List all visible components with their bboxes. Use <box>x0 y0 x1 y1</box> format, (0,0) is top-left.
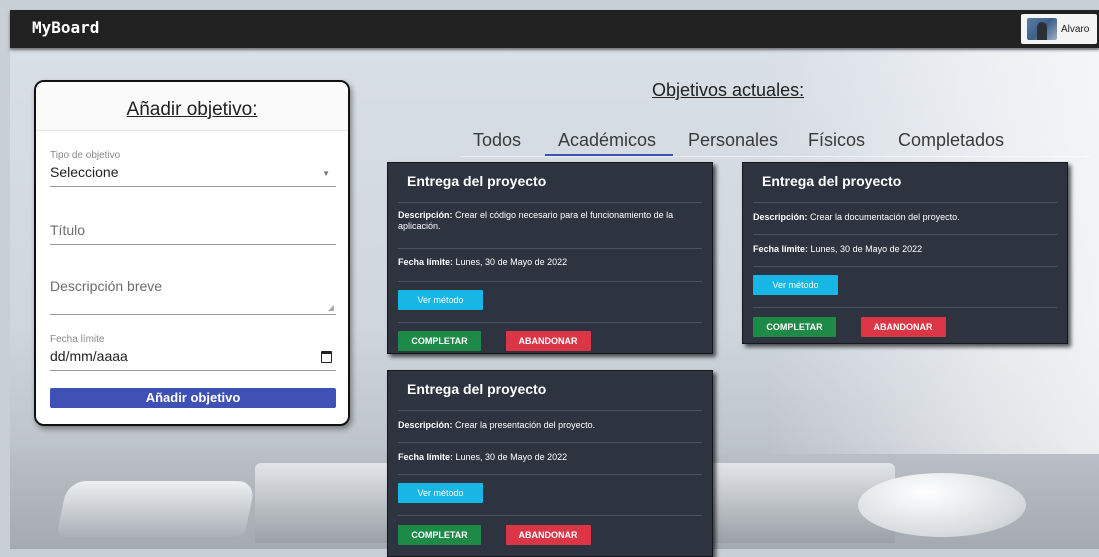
tab-academic[interactable]: Académicos <box>558 130 656 151</box>
form-header: Añadir objetivo: <box>36 82 348 131</box>
user-name: Alvaro <box>1061 23 1090 35</box>
objective-description: Descripción: Crear el código necesario p… <box>398 202 702 248</box>
deadline-date-input[interactable]: Fecha límite dd/mm/aaaa <box>50 334 336 371</box>
description-placeholder: Descripción breve <box>50 278 163 294</box>
actions-row: COMPLETAR ABANDONAR <box>398 515 702 555</box>
deadline-text: Lunes, 30 de Mayo de 2022 <box>810 244 923 254</box>
objective-deadline: Fecha límite: Lunes, 30 de Mayo de 2022 <box>398 442 702 474</box>
calendar-icon[interactable] <box>321 351 332 363</box>
top-navbar: MyBoard Alvaro <box>10 10 1099 48</box>
deadline-prefix: Fecha límite: <box>753 244 809 254</box>
objective-card: Entrega del proyecto Descripción: Crear … <box>387 370 713 557</box>
objective-card-title: Entrega del proyecto <box>407 381 547 397</box>
objective-description: Descripción: Crear la documentación del … <box>753 202 1057 234</box>
tab-physical[interactable]: Físicos <box>808 130 865 151</box>
phone-illustration <box>56 481 256 537</box>
abandon-button[interactable]: ABANDONAR <box>505 525 591 545</box>
form-title: Añadir objetivo: <box>126 99 258 120</box>
title-placeholder: Título <box>50 222 86 238</box>
abandon-button[interactable]: ABANDONAR <box>860 317 946 337</box>
tab-completed[interactable]: Completados <box>898 130 1004 151</box>
objective-tabs: Todos Académicos Personales Físicos Comp… <box>460 130 1090 157</box>
tab-all[interactable]: Todos <box>473 130 521 151</box>
user-menu-button[interactable]: Alvaro <box>1021 14 1097 44</box>
objective-deadline: Fecha límite: Lunes, 30 de Mayo de 2022 <box>753 234 1057 266</box>
deadline-label: Fecha límite <box>50 334 105 345</box>
avatar <box>1027 18 1057 40</box>
description-prefix: Descripción: <box>753 212 808 222</box>
method-row: Ver método <box>753 266 1057 307</box>
description-prefix: Descripción: <box>398 210 453 220</box>
tab-personal[interactable]: Personales <box>688 130 778 151</box>
description-prefix: Descripción: <box>398 420 453 430</box>
title-input[interactable]: Título <box>50 222 336 245</box>
objective-card: Entrega del proyecto Descripción: Crear … <box>387 162 713 354</box>
objective-card: Entrega del proyecto Descripción: Crear … <box>742 162 1068 344</box>
complete-button[interactable]: COMPLETAR <box>398 331 481 351</box>
objective-type-label: Tipo de objetivo <box>50 150 121 161</box>
deadline-value: dd/mm/aaaa <box>50 348 128 364</box>
objectives-heading: Objetivos actuales: <box>652 80 805 100</box>
actions-row: COMPLETAR ABANDONAR <box>398 322 702 361</box>
deadline-prefix: Fecha límite: <box>398 452 454 462</box>
objective-description: Descripción: Crear la presentación del p… <box>398 410 702 442</box>
deadline-text: Lunes, 30 de Mayo de 2022 <box>455 257 568 267</box>
active-tab-indicator <box>545 154 673 156</box>
complete-button[interactable]: COMPLETAR <box>753 317 836 337</box>
objective-card-title: Entrega del proyecto <box>762 173 902 189</box>
objective-type-select[interactable]: Tipo de objetivo Seleccione ▼ <box>50 150 336 187</box>
objective-deadline: Fecha límite: Lunes, 30 de Mayo de 2022 <box>398 248 702 281</box>
view-method-button[interactable]: Ver método <box>398 290 483 310</box>
add-objective-form: Añadir objetivo: Tipo de objetivo Selecc… <box>34 80 350 426</box>
add-objective-button[interactable]: Añadir objetivo <box>50 388 336 408</box>
view-method-button[interactable]: Ver método <box>753 275 838 295</box>
view-method-button[interactable]: Ver método <box>398 483 483 503</box>
brand-logo[interactable]: MyBoard <box>32 18 99 37</box>
complete-button[interactable]: COMPLETAR <box>398 525 481 545</box>
objective-card-title: Entrega del proyecto <box>407 173 547 189</box>
description-text: Crear la documentación del proyecto. <box>810 212 960 222</box>
caret-down-icon: ▼ <box>322 169 330 178</box>
method-row: Ver método <box>398 281 702 322</box>
resize-handle-icon[interactable]: ◢ <box>328 303 334 312</box>
abandon-button[interactable]: ABANDONAR <box>505 331 591 351</box>
objective-type-value: Seleccione <box>50 164 119 180</box>
deadline-prefix: Fecha límite: <box>398 257 454 267</box>
deadline-text: Lunes, 30 de Mayo de 2022 <box>455 452 568 462</box>
mouse-illustration <box>858 473 1026 537</box>
description-textarea[interactable]: Descripción breve ◢ <box>50 278 336 315</box>
actions-row: COMPLETAR ABANDONAR <box>753 307 1057 347</box>
description-text: Crear la presentación del proyecto. <box>455 420 596 430</box>
method-row: Ver método <box>398 474 702 515</box>
